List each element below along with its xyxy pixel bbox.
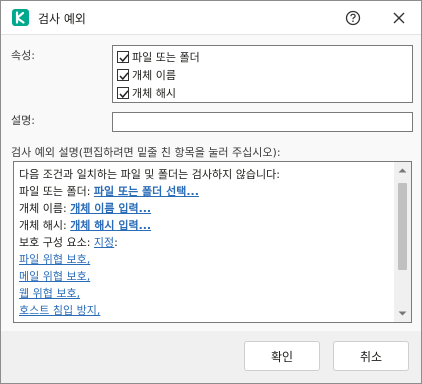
rule-intro: 다음 조건과 일치하는 파일 및 폴더는 검사하지 않습니다: (19, 168, 280, 181)
vertical-scrollbar[interactable] (394, 162, 411, 322)
component-mail-threat-link[interactable]: 메일 위협 보호, (19, 268, 90, 284)
hash-checkbox[interactable] (117, 86, 129, 99)
arrow-down-icon (398, 311, 407, 316)
help-button[interactable] (338, 7, 368, 29)
components-specify-link[interactable]: 지정 (94, 236, 114, 249)
name-prefix: 개체 이름: (19, 202, 71, 215)
comment-input[interactable] (112, 112, 413, 132)
file-checkbox[interactable] (117, 50, 129, 63)
hash-input-link[interactable]: 개체 해시 입력... (70, 219, 151, 232)
checkmark-icon (119, 53, 129, 62)
name-checkbox[interactable] (117, 68, 129, 81)
hash-checkbox-label: 개체 해시 (132, 86, 176, 100)
dialog-footer: 확인 취소 (1, 331, 421, 383)
cancel-button[interactable]: 취소 (333, 341, 409, 371)
rule-hash-line: 개체 해시: 개체 해시 입력... (19, 217, 151, 233)
attributes-checklist: 파일 또는 폴더 개체 이름 개체 해시 (112, 45, 413, 103)
kaspersky-k-icon (12, 9, 29, 26)
ok-button[interactable]: 확인 (244, 341, 320, 371)
file-prefix: 파일 또는 폴더: (19, 185, 94, 198)
file-checkbox-label: 파일 또는 폴더 (132, 50, 200, 64)
attribute-row-hash[interactable]: 개체 해시 (117, 84, 176, 101)
scan-exclusion-dialog: 검사 예외 속성: 파일 또는 폴더 개체 이름 개체 해시 설명: 검사 예외… (0, 0, 422, 384)
rule-file-line: 파일 또는 폴더: 파일 또는 폴더 선택... (19, 183, 199, 199)
rule-description-label: 검사 예외 설명(편집하려면 밑줄 친 항목을 눌러 주십시오): (11, 146, 281, 159)
close-icon (393, 12, 405, 24)
scroll-down-button[interactable] (394, 305, 411, 322)
file-select-link[interactable]: 파일 또는 폴더 선택... (94, 185, 199, 198)
rule-description-box: 다음 조건과 일치하는 파일 및 폴더는 검사하지 않습니다: 파일 또는 폴더… (13, 161, 412, 323)
component-host-intrusion-link[interactable]: 호스트 침입 방지, (19, 302, 100, 318)
component-file-threat-link[interactable]: 파일 위협 보호, (19, 251, 90, 267)
comment-label: 설명: (11, 114, 35, 127)
components-suffix: : (114, 236, 118, 249)
close-button[interactable] (384, 7, 414, 29)
arrow-up-icon (398, 168, 407, 173)
components-prefix: 보호 구성 요소: (19, 236, 94, 249)
attribute-row-file[interactable]: 파일 또는 폴더 (117, 48, 200, 65)
window-title: 검사 예외 (38, 12, 86, 26)
attribute-row-name[interactable]: 개체 이름 (117, 66, 176, 83)
scroll-up-button[interactable] (394, 162, 411, 179)
checkmark-icon (119, 71, 129, 80)
hash-prefix: 개체 해시: (19, 219, 71, 232)
attributes-label: 속성: (11, 49, 35, 62)
checkmark-icon (119, 89, 129, 98)
scroll-thumb[interactable] (398, 183, 407, 270)
rule-components-line: 보호 구성 요소: 지정: (19, 234, 118, 250)
help-icon (345, 10, 361, 26)
component-web-threat-link[interactable]: 웹 위협 보호, (19, 285, 80, 301)
name-checkbox-label: 개체 이름 (132, 68, 176, 82)
title-bar: 검사 예외 (1, 1, 421, 35)
rule-name-line: 개체 이름: 개체 이름 입력... (19, 200, 151, 216)
name-input-link[interactable]: 개체 이름 입력... (70, 202, 151, 215)
